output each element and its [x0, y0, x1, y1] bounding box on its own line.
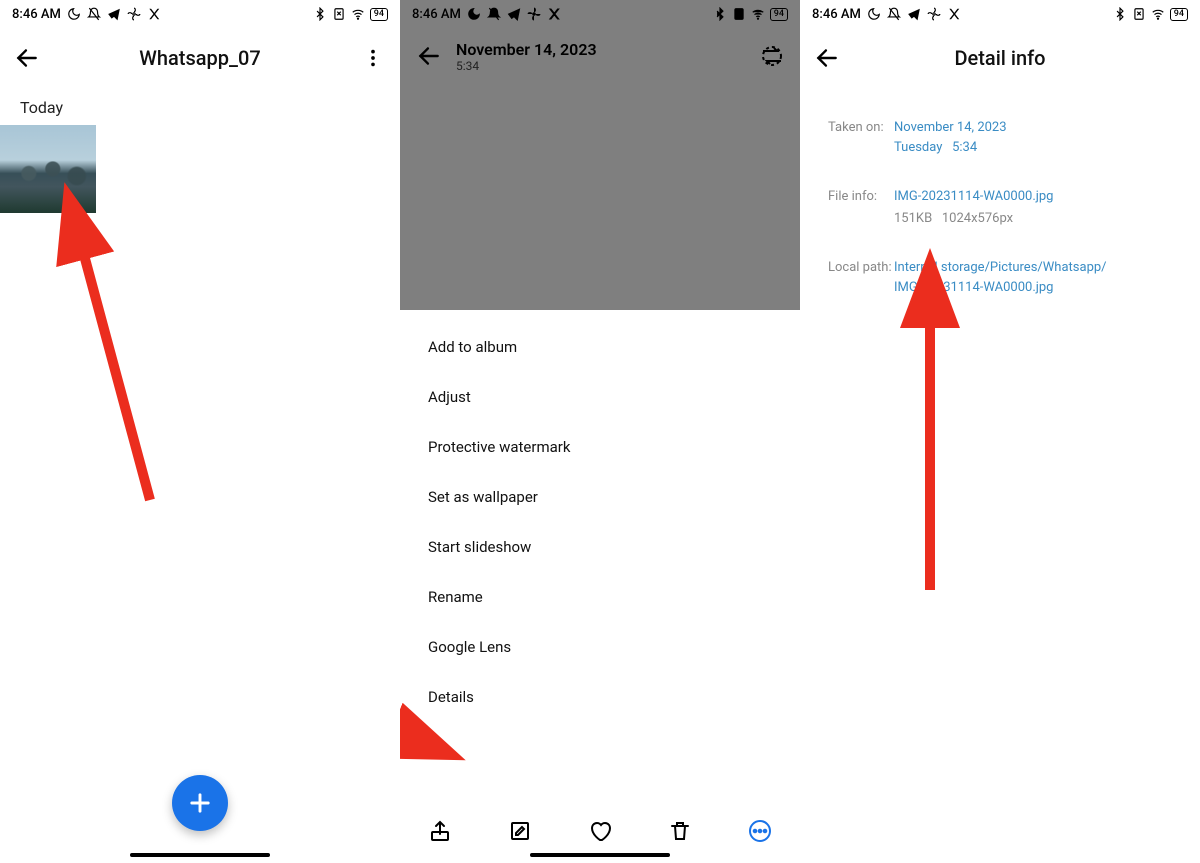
menu-protective-watermark[interactable]: Protective watermark [400, 422, 800, 472]
file-size: 151KB [894, 211, 932, 226]
moon-icon [467, 7, 481, 21]
share-button[interactable] [427, 818, 453, 844]
menu-rename[interactable]: Rename [400, 572, 800, 622]
wifi-icon [351, 7, 365, 21]
x-icon [147, 7, 161, 21]
album-title: Whatsapp_07 [42, 46, 358, 70]
menu-google-lens[interactable]: Google Lens [400, 622, 800, 672]
wifi-icon [751, 7, 765, 21]
local-path-line2: IMG-20231114-WA0000.jpg [894, 278, 1107, 298]
gesture-bar [530, 853, 670, 857]
dnd-icon [487, 7, 501, 21]
viewer-header: November 14, 2023 5:34 [400, 28, 800, 84]
detail-body: Taken on: November 14, 2023 Tuesday 5:34… [800, 88, 1200, 357]
battery-indicator: 94 [1170, 8, 1188, 21]
taken-on-day: Tuesday [894, 140, 942, 155]
file-dims: 1024x576px [942, 211, 1013, 226]
menu-add-to-album[interactable]: Add to album [400, 322, 800, 372]
status-time: 8:46 AM [12, 7, 61, 22]
x-icon [547, 7, 561, 21]
file-name: IMG-20231114-WA0000.jpg [894, 187, 1053, 207]
screen-detail-info: 8:46 AM 94 Detail info Taken on: Novembe… [800, 0, 1200, 863]
status-time: 8:46 AM [812, 7, 861, 22]
photo-time: 5:34 [456, 59, 597, 73]
fan-icon [527, 7, 541, 21]
photo-date: November 14, 2023 [456, 40, 597, 59]
dnd-icon [887, 7, 901, 21]
file-info-label: File info: [828, 187, 894, 228]
more-button[interactable] [747, 818, 773, 844]
back-button[interactable] [414, 41, 444, 71]
telegram-icon [907, 7, 921, 21]
edit-button[interactable] [507, 818, 533, 844]
taken-on-date: November 14, 2023 [894, 118, 1007, 138]
menu-start-slideshow[interactable]: Start slideshow [400, 522, 800, 572]
local-path-line1: Internal storage/Pictures/Whatsapp/ [894, 258, 1107, 278]
status-bar: 8:46 AM 94 [800, 0, 1200, 28]
no-sim-icon [332, 7, 346, 21]
annotation-arrow [40, 220, 180, 520]
menu-adjust[interactable]: Adjust [400, 372, 800, 422]
moon-icon [867, 7, 881, 21]
status-bar: 8:46 AM 94 [400, 0, 800, 28]
battery-indicator: 94 [370, 8, 388, 21]
back-button[interactable] [812, 43, 842, 73]
date-section-label: Today [0, 88, 400, 125]
back-button[interactable] [12, 43, 42, 73]
wifi-icon [1151, 7, 1165, 21]
no-sim-icon [732, 7, 746, 21]
no-sim-icon [1132, 7, 1146, 21]
bluetooth-icon [1113, 7, 1127, 21]
telegram-icon [107, 7, 121, 21]
taken-on-label: Taken on: [828, 118, 894, 157]
photo-thumbnail[interactable] [0, 125, 96, 213]
local-path-label: Local path: [828, 258, 894, 297]
sync-icon[interactable] [758, 42, 786, 70]
album-header: Whatsapp_07 [0, 28, 400, 88]
bluetooth-icon [313, 7, 327, 21]
telegram-icon [507, 7, 521, 21]
fan-icon [927, 7, 941, 21]
x-icon [947, 7, 961, 21]
bottom-sheet: Add to album Adjust Protective watermark… [400, 310, 800, 863]
taken-on-time: 5:34 [952, 140, 977, 155]
moon-icon [67, 7, 81, 21]
more-options-button[interactable] [358, 43, 388, 73]
add-fab-button[interactable] [172, 775, 228, 831]
delete-button[interactable] [667, 818, 693, 844]
detail-title: Detail info [842, 46, 1188, 70]
fan-icon [127, 7, 141, 21]
gesture-bar [130, 853, 270, 857]
screen-album-list: 8:46 AM 94 Whatsapp_07 Today [0, 0, 400, 863]
dnd-icon [87, 7, 101, 21]
menu-details[interactable]: Details [400, 672, 800, 722]
status-bar: 8:46 AM 94 [0, 0, 400, 28]
screen-photo-viewer: 8:46 AM 94 November 14, 2023 5:34 [400, 0, 800, 863]
bluetooth-icon [713, 7, 727, 21]
status-time: 8:46 AM [412, 7, 461, 22]
detail-header: Detail info [800, 28, 1200, 88]
menu-set-as-wallpaper[interactable]: Set as wallpaper [400, 472, 800, 522]
battery-indicator: 94 [770, 8, 788, 21]
favorite-button[interactable] [587, 818, 613, 844]
